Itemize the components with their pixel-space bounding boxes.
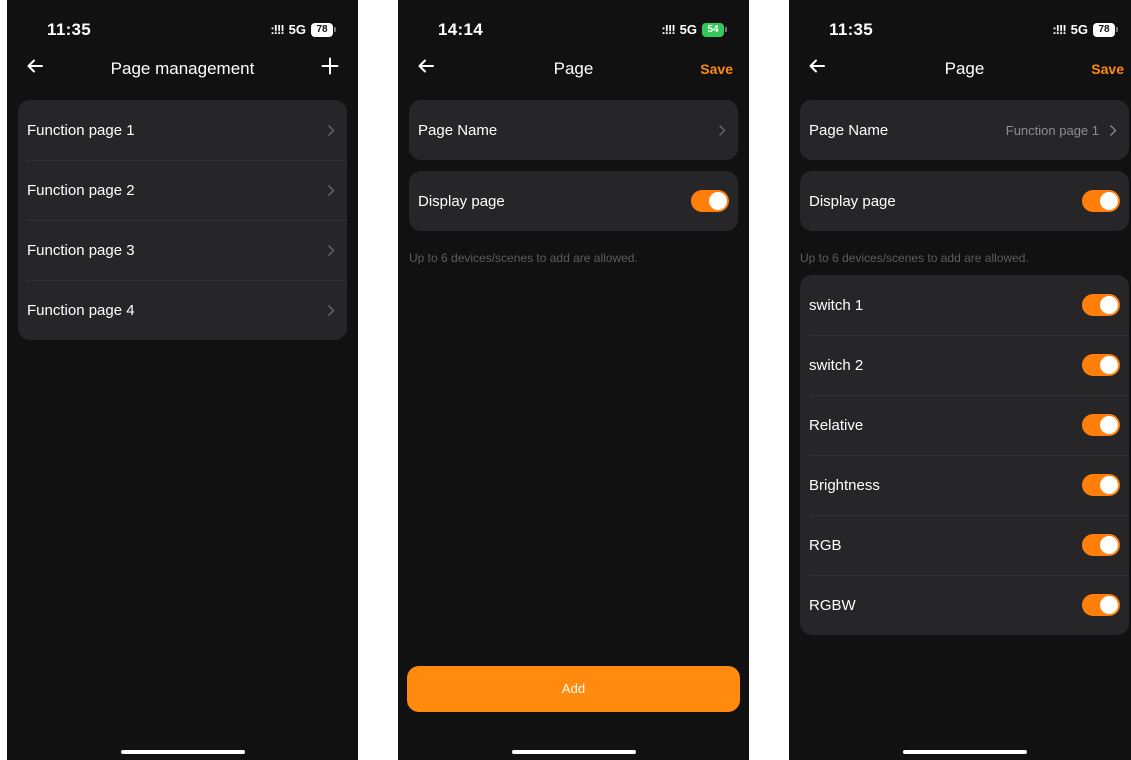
page-item-label: Function page 3 (27, 241, 135, 259)
status-indicators: :!!! 5G 78 (270, 22, 336, 37)
device-label: Brightness (809, 476, 880, 494)
device-limit-hint: Up to 6 devices/scenes to add are allowe… (800, 251, 1029, 265)
device-label: Relative (809, 416, 864, 434)
display-page-toggle[interactable] (1082, 190, 1120, 212)
page-list-item[interactable]: Function page 2 (18, 160, 347, 220)
display-page-label: Display page (809, 192, 896, 210)
device-row: Brightness (800, 455, 1129, 515)
display-page-row: Display page (409, 171, 738, 231)
status-bar: 14:14 :!!! 5G 54 (398, 0, 749, 58)
device-toggle[interactable] (1082, 294, 1120, 316)
page-list: Function page 1 Function page 2 Function… (18, 100, 347, 340)
signal-icon: :!!! (661, 22, 675, 37)
device-list: switch 1 switch 2 Relative Brightness RG… (800, 275, 1129, 635)
battery-icon: 78 (1093, 22, 1118, 37)
status-indicators: :!!! 5G 54 (661, 22, 727, 37)
display-page-card: Display page (800, 171, 1129, 231)
add-button[interactable]: Add (407, 666, 740, 712)
save-button[interactable]: Save (1091, 61, 1124, 77)
status-time: 14:14 (438, 20, 483, 39)
device-row: RGB (800, 515, 1129, 575)
status-indicators: :!!! 5G 78 (1052, 22, 1118, 37)
chevron-right-icon (719, 125, 726, 136)
page-edit-screen-devices: 11:35 :!!! 5G 78 Page Save Page Name Fun… (789, 0, 1131, 760)
status-time: 11:35 (47, 20, 92, 39)
device-label: switch 2 (809, 356, 864, 374)
page-name-card: Page Name Function page 1 (800, 100, 1129, 160)
nav-bar: Page management (7, 52, 358, 86)
device-label: switch 1 (809, 296, 864, 314)
page-list-item[interactable]: Function page 1 (18, 100, 347, 160)
device-row: switch 2 (800, 335, 1129, 395)
battery-level: 54 (702, 22, 724, 37)
device-limit-hint: Up to 6 devices/scenes to add are allowe… (409, 251, 638, 265)
network-type: 5G (288, 22, 306, 37)
chevron-right-icon (328, 125, 335, 136)
chevron-right-icon (328, 245, 335, 256)
display-page-toggle[interactable] (691, 190, 729, 212)
device-toggle[interactable] (1082, 354, 1120, 376)
page-item-label: Function page 4 (27, 301, 135, 319)
page-name-label: Page Name (809, 121, 889, 139)
signal-icon: :!!! (1052, 22, 1066, 37)
status-bar: 11:35 :!!! 5G 78 (7, 0, 358, 58)
nav-bar: Page Save (789, 52, 1131, 86)
page-management-screen: 11:35 :!!! 5G 78 Page management Functio… (7, 0, 358, 760)
page-name-row[interactable]: Page Name Function page 1 (800, 100, 1129, 160)
device-row: switch 1 (800, 275, 1129, 335)
device-toggle[interactable] (1082, 594, 1120, 616)
device-toggle[interactable] (1082, 534, 1120, 556)
display-page-row: Display page (800, 171, 1129, 231)
home-indicator[interactable] (902, 750, 1027, 754)
battery-level: 78 (311, 22, 333, 37)
page-title: Page management (110, 59, 255, 78)
save-button[interactable]: Save (700, 61, 733, 77)
page-item-label: Function page 2 (27, 181, 135, 199)
page-name-label: Page Name (418, 121, 498, 139)
chevron-right-icon (1110, 125, 1117, 136)
status-time: 11:35 (829, 20, 874, 39)
plus-icon[interactable] (320, 56, 340, 76)
signal-icon: :!!! (270, 22, 284, 37)
display-page-card: Display page (409, 171, 738, 231)
device-toggle[interactable] (1082, 474, 1120, 496)
device-label: RGB (809, 536, 842, 554)
page-edit-screen-empty: 14:14 :!!! 5G 54 Page Save Page Name Dis… (398, 0, 749, 760)
home-indicator[interactable] (120, 750, 245, 754)
page-title: Page (553, 59, 594, 78)
page-list-item[interactable]: Function page 3 (18, 220, 347, 280)
status-bar: 11:35 :!!! 5G 78 (789, 0, 1131, 58)
network-type: 5G (1070, 22, 1088, 37)
device-row: Relative (800, 395, 1129, 455)
page-name-row[interactable]: Page Name (409, 100, 738, 160)
device-label: RGBW (809, 596, 856, 614)
page-name-value: Function page 1 (1005, 122, 1099, 138)
page-name-card: Page Name (409, 100, 738, 160)
page-list-item[interactable]: Function page 4 (18, 280, 347, 340)
home-indicator[interactable] (511, 750, 636, 754)
page-title: Page (944, 59, 985, 78)
chevron-right-icon (328, 305, 335, 316)
battery-icon: 78 (311, 22, 336, 37)
nav-bar: Page Save (398, 52, 749, 86)
device-row: RGBW (800, 575, 1129, 635)
device-toggle[interactable] (1082, 414, 1120, 436)
display-page-label: Display page (418, 192, 505, 210)
battery-level: 78 (1093, 22, 1115, 37)
network-type: 5G (679, 22, 697, 37)
chevron-right-icon (328, 185, 335, 196)
battery-icon: 54 (702, 22, 727, 37)
page-item-label: Function page 1 (27, 121, 135, 139)
